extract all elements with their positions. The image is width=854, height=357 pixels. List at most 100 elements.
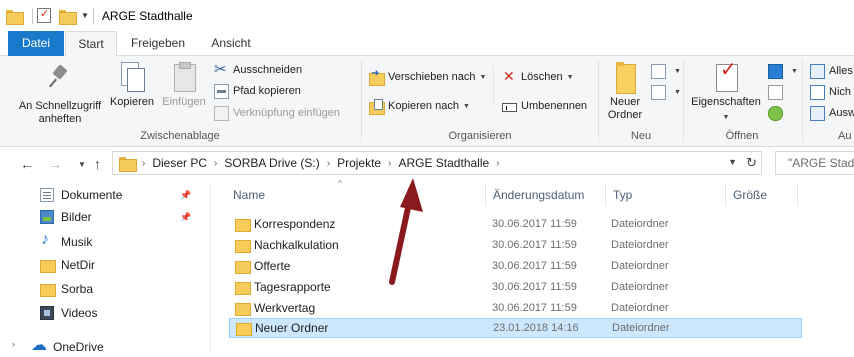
- table-row[interactable]: Nachkalkulation 30.06.2017 11:59 Dateior…: [229, 235, 802, 255]
- tab-start[interactable]: Start: [65, 31, 117, 57]
- history-button[interactable]: [768, 104, 787, 122]
- column-header-row: ^ Name Änderungsdatum Typ Größe: [211, 179, 854, 208]
- table-row[interactable]: Werkvertag 30.06.2017 11:59 Dateiordner: [229, 298, 802, 318]
- properties-button[interactable]: Eigenschaften ▼: [688, 62, 764, 124]
- chevron-down-icon: ▼: [722, 114, 730, 121]
- column-header-date[interactable]: Änderungsdatum: [487, 182, 605, 208]
- cut-button[interactable]: Ausschneiden: [214, 60, 303, 79]
- new-folder-quick-icon[interactable]: [59, 8, 77, 25]
- tab-ansicht[interactable]: Ansicht: [200, 31, 262, 56]
- divider: [32, 7, 33, 24]
- select-none-button[interactable]: Nich: [810, 83, 851, 101]
- breadcrumb-arge-stadthalle[interactable]: ARGE Stadthalle: [398, 156, 489, 170]
- back-arrow-icon[interactable]: ←: [20, 156, 34, 172]
- column-header-type[interactable]: Typ: [607, 182, 725, 208]
- pin-to-quick-access-button[interactable]: An Schnellzugriff anheften: [14, 62, 106, 126]
- customize-toolbar-chevron-icon[interactable]: ▼: [81, 11, 89, 20]
- breadcrumb-separator-icon[interactable]: ›: [496, 158, 499, 169]
- nav-item-videos[interactable]: Videos: [40, 303, 200, 323]
- rename-button[interactable]: Umbenennen: [502, 97, 587, 115]
- recent-locations-chevron-icon[interactable]: ▼: [78, 160, 86, 169]
- tab-datei[interactable]: Datei: [8, 31, 64, 56]
- file-date: 30.06.2017 11:59: [492, 239, 577, 251]
- paste-shortcut-button[interactable]: Verknüpfung einfügen: [214, 104, 340, 122]
- copy-to-button[interactable]: Kopieren nach ▼: [369, 97, 470, 115]
- table-row[interactable]: Tagesrapporte 30.06.2017 11:59 Dateiordn…: [229, 277, 802, 297]
- breadcrumb-dieser-pc[interactable]: Dieser PC: [152, 156, 207, 170]
- nav-item-label: Videos: [61, 306, 98, 320]
- file-name: Offerte: [254, 259, 291, 273]
- search-input[interactable]: "ARGE Stadth: [775, 151, 854, 175]
- divider[interactable]: [797, 184, 798, 206]
- column-header-size[interactable]: Größe: [727, 182, 797, 208]
- breadcrumb-separator-icon[interactable]: ›: [142, 158, 145, 169]
- address-bar[interactable]: › Dieser PC › SORBA Drive (S:) › Projekt…: [112, 151, 762, 175]
- edit-icon: [768, 84, 783, 100]
- folder-icon: [235, 301, 251, 316]
- easy-access-button[interactable]: ▼: [651, 83, 681, 101]
- paste-shortcut-icon: [214, 105, 229, 121]
- videos-icon: [40, 306, 54, 320]
- breadcrumb-projekte[interactable]: Projekte: [337, 156, 381, 170]
- forward-arrow-icon[interactable]: →: [48, 156, 62, 172]
- pin-icon[interactable]: 📌: [180, 190, 191, 201]
- folder-icon: [40, 282, 56, 297]
- delete-button[interactable]: Löschen ▼: [502, 68, 574, 86]
- breadcrumb-separator-icon[interactable]: ›: [327, 158, 330, 169]
- rename-label: Umbenennen: [521, 100, 588, 112]
- properties-quick-icon[interactable]: [37, 7, 53, 24]
- table-row[interactable]: Offerte 30.06.2017 11:59 Dateiordner: [229, 256, 802, 276]
- refresh-icon[interactable]: ↻: [746, 155, 757, 171]
- column-header-name[interactable]: Name: [227, 182, 485, 208]
- file-type: Dateiordner: [611, 260, 669, 272]
- group-label-open: Öffnen: [725, 130, 759, 142]
- breadcrumb-sorba-drive[interactable]: SORBA Drive (S:): [224, 156, 319, 170]
- move-to-button[interactable]: Verschieben nach ▼: [369, 68, 486, 86]
- pictures-icon: [40, 210, 54, 224]
- history-icon: [768, 105, 783, 121]
- new-folder-button[interactable]: Neuer Ordner: [603, 62, 647, 122]
- pin-icon[interactable]: 📌: [180, 212, 191, 223]
- copy-path-label: Pfad kopieren: [233, 85, 301, 97]
- nav-item-sorba[interactable]: Sorba: [40, 279, 200, 299]
- copy-button[interactable]: Kopieren: [107, 62, 157, 109]
- invert-selection-button[interactable]: Ausw: [810, 104, 854, 122]
- breadcrumb-separator-icon[interactable]: ›: [388, 158, 391, 169]
- address-history-chevron-icon[interactable]: ▼: [728, 157, 737, 167]
- copy-path-button[interactable]: Pfad kopieren: [214, 82, 301, 100]
- new-item-button[interactable]: ▼: [651, 62, 681, 80]
- nav-item-onedrive[interactable]: OneDrive: [31, 335, 192, 357]
- chevron-right-icon[interactable]: ›: [12, 339, 15, 349]
- copy-to-label: Kopieren nach: [388, 100, 459, 112]
- nav-item-bilder[interactable]: Bilder 📌: [40, 207, 200, 227]
- group-label-organize: Organisieren: [448, 130, 512, 142]
- scissors-icon: [214, 60, 229, 78]
- edit-button[interactable]: [768, 83, 787, 101]
- table-row-selected[interactable]: Neuer Ordner 23.01.2018 14:16 Dateiordne…: [229, 318, 802, 338]
- chevron-down-icon: ▼: [566, 73, 574, 81]
- title-bar: ▼ ARGE Stadthalle: [0, 0, 854, 31]
- cut-label: Ausschneiden: [233, 64, 303, 76]
- nav-item-musik[interactable]: Musik: [40, 231, 200, 252]
- breadcrumb-separator-icon[interactable]: ›: [214, 158, 217, 169]
- file-name: Tagesrapporte: [254, 280, 331, 294]
- table-row[interactable]: Korrespondenz 30.06.2017 11:59 Dateiordn…: [229, 214, 802, 234]
- copy-to-icon: [369, 98, 385, 115]
- paste-button[interactable]: Einfügen: [158, 62, 210, 109]
- file-type: Dateiordner: [612, 322, 670, 334]
- copy-label: Kopieren: [109, 96, 155, 108]
- divider[interactable]: [485, 184, 486, 206]
- divider[interactable]: [605, 184, 606, 206]
- navigation-row: ← → ▼ ↑ › Dieser PC › SORBA Drive (S:) ›…: [0, 147, 854, 182]
- open-button[interactable]: ▼: [768, 62, 798, 80]
- tab-freigeben[interactable]: Freigeben: [122, 31, 194, 56]
- divider[interactable]: [725, 184, 726, 206]
- nav-item-dokumente[interactable]: Dokumente 📌: [40, 185, 200, 205]
- pin-label-line2: anheften: [38, 113, 82, 125]
- navigation-pane: Dokumente 📌 Bilder 📌 Musik NetDir Sorba …: [0, 182, 210, 357]
- file-type: Dateiordner: [611, 302, 669, 314]
- nav-item-netdir[interactable]: NetDir: [40, 255, 200, 275]
- up-arrow-icon[interactable]: ↑: [94, 156, 101, 172]
- select-all-button[interactable]: Alles: [810, 62, 853, 80]
- music-icon: [40, 231, 54, 249]
